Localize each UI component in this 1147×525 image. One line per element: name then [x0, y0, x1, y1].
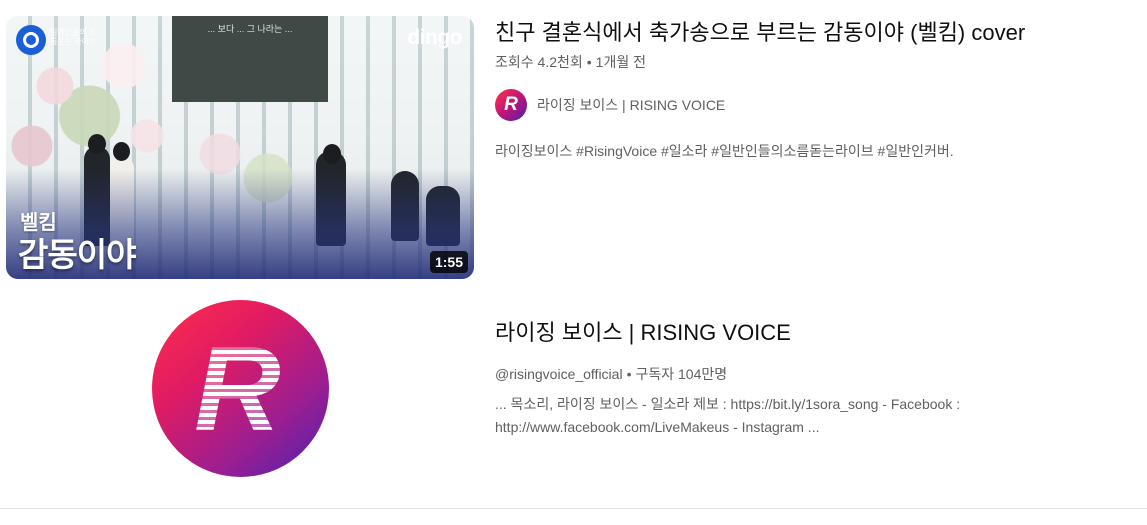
channel-avatar[interactable]: R [495, 89, 527, 121]
badge-caption: 일반인들의 소름돋는 라이브 [50, 28, 97, 46]
video-description: 라이징보이스 #RisingVoice #일소라 #일반인들의소름돋는라이브 #… [495, 143, 954, 159]
thumbnail-title: 감동이야 [18, 236, 136, 273]
meta-separator: • [626, 366, 632, 382]
video-thumbnail[interactable]: ... 보다 ... 그 나라는 ... 일반인들의 소름돋는 라이브 ding… [6, 16, 474, 279]
dingo-watermark: dingo [407, 26, 462, 49]
channel-name[interactable]: 라이징 보이스 | RISING VOICE [537, 95, 725, 115]
channel-avatar-large[interactable]: R [152, 300, 329, 477]
channel-metadata: @risingvoice_official • 구독자 104만명 [495, 364, 727, 384]
groom-head [88, 134, 106, 154]
subscriber-count: 구독자 104만명 [635, 366, 728, 382]
channel-badge-icon [16, 25, 46, 55]
duration-badge: 1:55 [429, 251, 468, 273]
channel-result[interactable]: R 라이징 보이스 | RISING VOICE @risingvoice_of… [0, 290, 1147, 500]
video-metadata: 조회수 4.2천회 • 1개월 전 [495, 52, 646, 72]
video-channel-link[interactable]: R 라이징 보이스 | RISING VOICE [495, 89, 725, 121]
meta-separator: • [586, 54, 592, 70]
view-count: 조회수 4.2천회 [495, 54, 583, 70]
channel-description: ... 목소리, 라이징 보이스 - 일소라 제보 : https://bit.… [495, 396, 961, 435]
avatar-letter: R [194, 321, 281, 456]
channel-title[interactable]: 라이징 보이스 | RISING VOICE [495, 318, 791, 348]
bride-head [113, 142, 130, 161]
video-title[interactable]: 친구 결혼식에서 축가송으로 부르는 감동이야 (벨킴) cover [495, 18, 1025, 48]
upload-age: 1개월 전 [595, 54, 646, 70]
singer-head [323, 144, 341, 164]
avatar-letter: R [504, 94, 518, 115]
results-divider [0, 508, 1147, 509]
video-result[interactable]: ... 보다 ... 그 나라는 ... 일반인들의 소름돋는 라이브 ding… [0, 0, 1147, 290]
channel-handle: @risingvoice_official [495, 366, 623, 382]
